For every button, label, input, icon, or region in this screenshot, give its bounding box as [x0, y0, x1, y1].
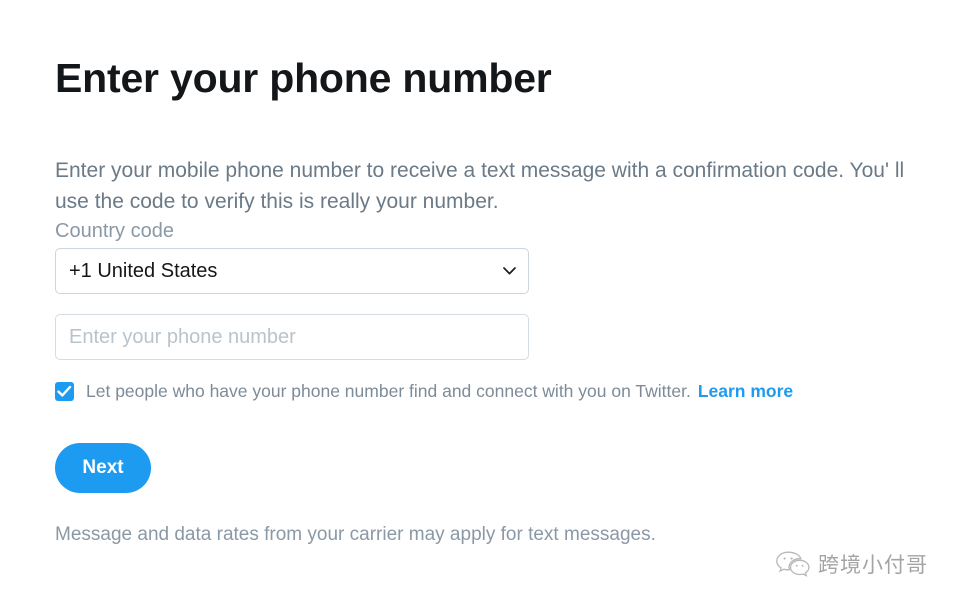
discoverability-row[interactable]: Let people who have your phone number fi…	[55, 380, 793, 402]
chevron-down-icon	[503, 267, 516, 275]
carrier-rates-note: Message and data rates from your carrier…	[55, 524, 656, 545]
watermark: 跨境小付哥	[775, 549, 928, 579]
next-button[interactable]: Next	[55, 443, 151, 493]
phone-number-input[interactable]	[55, 314, 529, 360]
discoverability-checkbox[interactable]	[55, 381, 74, 401]
page-title: Enter your phone number	[55, 55, 552, 102]
wechat-icon	[775, 549, 811, 579]
intro-description: Enter your mobile phone number to receiv…	[55, 159, 905, 213]
phone-verification-page: Enter your phone number Enter your mobil…	[0, 0, 975, 605]
discoverability-label: Let people who have your phone number fi…	[86, 381, 691, 401]
country-code-selected-value: +1 United States	[69, 260, 218, 282]
country-code-label: Country code	[55, 220, 174, 242]
watermark-text: 跨境小付哥	[818, 553, 928, 577]
country-code-select[interactable]: +1 United States	[55, 248, 529, 294]
learn-more-link[interactable]: Learn more	[698, 380, 793, 402]
